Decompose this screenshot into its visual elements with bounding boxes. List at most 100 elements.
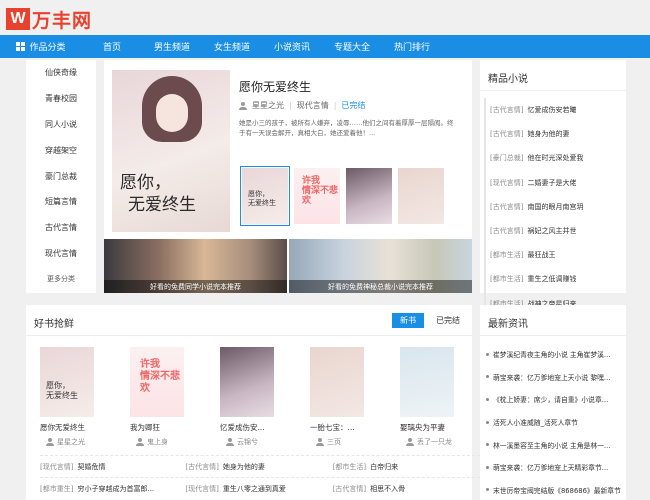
category-item[interactable]: 同人小说 <box>26 112 96 138</box>
user-icon <box>239 101 247 110</box>
book-name[interactable]: 愿你无爱终生 <box>40 422 94 433</box>
book-cover-title: 愿你， 无爱终生 <box>46 381 78 400</box>
category-item[interactable]: 现代言情 <box>26 241 96 267</box>
list-item[interactable]: [都市重生] 穷小子穿越成为首富郎... <box>40 484 185 494</box>
book-name[interactable]: 娶璃央为平妻 <box>400 422 454 433</box>
nav-item-news[interactable]: 小说资讯 <box>262 35 322 58</box>
thumb-title: 愿你， 无爱终生 <box>248 190 276 207</box>
book-name[interactable]: 一胎七宝：... <box>310 422 364 433</box>
banner-caption: 好看的免费神秘总裁小说完本推荐 <box>289 280 472 293</box>
book-author: 云锦兮 <box>220 437 274 447</box>
ranking-item[interactable]: [都市生活] 重生之低调赚钱 <box>484 267 622 292</box>
nav-item-male[interactable]: 男生频道 <box>142 35 202 58</box>
tab-finished[interactable]: 已完结 <box>428 313 468 328</box>
category-item[interactable]: 短篇言情 <box>26 189 96 215</box>
banner-caption: 好看的免费同学小说完本推荐 <box>104 280 287 293</box>
ranking-item[interactable]: [都市生活] 最狂战王 <box>484 243 622 268</box>
book-author: 星星之光 <box>40 437 94 447</box>
news-item[interactable]: 《枕上娇妻：席少，请自重》小说章... <box>486 388 622 411</box>
meta-divider: | <box>289 101 292 110</box>
news-title: 最新资讯 <box>488 319 528 330</box>
list-item[interactable]: [现代言情] 契婚危情 <box>40 462 185 472</box>
book-name[interactable]: 忆爱成伤安... <box>220 422 274 433</box>
featured-thumb[interactable] <box>398 168 444 224</box>
ranking-item[interactable]: [古代言情] 她身为他的妻 <box>484 122 622 147</box>
site-logo[interactable]: W 万丰网 <box>6 6 92 32</box>
cover-illustration <box>142 76 202 146</box>
book-card[interactable]: 娶璃央为平妻 丢了一只龙 <box>400 347 454 447</box>
nav-item-home[interactable]: 首页 <box>82 35 142 58</box>
news-list: 崔梦溪纪青夜主角的小说 主角崔梦溪... 萌宝来袭：亿万爹地宠上天小说 黎嘿..… <box>486 343 622 500</box>
news-item[interactable]: 萌宝来袭：亿万爹地宠上天精彩章节... <box>486 456 622 479</box>
news-panel: 最新资讯 崔梦溪纪青夜主角的小说 主角崔梦溪... 萌宝来袭：亿万爹地宠上天小说… <box>480 305 626 500</box>
book-name[interactable]: 我为卿狂 <box>130 422 184 433</box>
news-item[interactable]: 林一溪墨容至主角的小说 主角是林一... <box>486 433 622 456</box>
news-item[interactable]: 萌宝来袭：亿万爹地宠上天小说 黎嘿... <box>486 366 622 389</box>
nav-category-button[interactable]: 作品分类 <box>0 35 82 58</box>
nav-item-ranking[interactable]: 热门排行 <box>382 35 442 58</box>
ranking-item[interactable]: [古代言情] 祸妃之风主并世 <box>484 218 622 244</box>
list-item[interactable]: [现代言情] 重生八零之通到真爱 <box>185 484 332 494</box>
list-row: [现代言情] 契婚危情 [古代言情] 她身为他的妻 [都市生活] 白帝归来 <box>40 455 480 477</box>
ranking-item[interactable]: [古代言情] 忆爱成伤安若曦 <box>484 98 622 123</box>
grid-icon <box>16 42 26 51</box>
book-cover[interactable] <box>310 347 364 417</box>
featured-title[interactable]: 愿你无爱终生 <box>239 78 311 95</box>
featured-author[interactable]: 星星之光 <box>252 100 284 111</box>
featured-genre[interactable]: 现代言情 <box>297 100 329 111</box>
book-card[interactable]: 一胎七宝：... 三页 <box>310 347 364 447</box>
featured-thumb[interactable]: 许我 情深不悲欢 <box>294 168 340 224</box>
book-cover-title: 许我 情深不悲欢 <box>140 359 180 394</box>
bullet-icon <box>486 352 489 356</box>
logo-mark: W <box>6 8 30 30</box>
category-sidebar: 仙侠奇缘 青春校园 同人小说 穿越架空 豪门总裁 短篇言情 古代言情 现代言情 … <box>26 60 96 293</box>
nav-item-topics[interactable]: 专题大全 <box>322 35 382 58</box>
user-icon <box>406 438 414 446</box>
list-item[interactable]: [都市生活] 白帝归来 <box>333 462 480 472</box>
book-card[interactable]: 许我 情深不悲欢 我为卿狂 鬼上身 <box>130 347 184 447</box>
book-cover[interactable]: 许我 情深不悲欢 <box>130 347 184 417</box>
banner-classmate[interactable]: 好看的免费同学小说完本推荐 <box>104 239 287 293</box>
ranking-panel: 精品小说 [古代言情] 忆爱成伤安若曦 [古代言情] 她身为他的妻 [豪门总裁] 他在… <box>480 60 626 316</box>
list-item[interactable]: [古代言情] 她身为他的妻 <box>185 462 332 472</box>
nav-item-female[interactable]: 女生频道 <box>202 35 262 58</box>
category-item[interactable]: 古代言情 <box>26 215 96 241</box>
logo-text: 万丰网 <box>32 9 93 32</box>
book-cover[interactable] <box>220 347 274 417</box>
news-item[interactable]: 活死人小准威随_活死人章节 <box>486 411 622 434</box>
ranking-item[interactable]: [豪门总裁] 他在时光深处爱我 <box>484 146 622 171</box>
book-cover[interactable]: 愿你， 无爱终生 <box>40 347 94 417</box>
featured-thumb[interactable] <box>346 168 392 224</box>
category-item[interactable]: 穿越架空 <box>26 137 96 163</box>
bullet-icon <box>486 397 489 401</box>
bullet-icon <box>486 488 489 492</box>
cover-title: 愿你， 无爱终生 <box>120 173 196 215</box>
category-item[interactable]: 青春校园 <box>26 86 96 112</box>
book-cover[interactable] <box>400 347 454 417</box>
divider <box>480 335 626 336</box>
banner-ceo[interactable]: 好看的免费神秘总裁小说完本推荐 <box>289 239 472 293</box>
ranking-item[interactable]: [古代言情] 南国的眼月南宫玥 <box>484 194 622 219</box>
book-grid: 愿你， 无爱终生 愿你无爱终生 星星之光 许我 情深不悲欢 我为卿狂 鬼上身 忆爱成… <box>40 347 454 447</box>
book-card[interactable]: 愿你， 无爱终生 愿你无爱终生 星星之光 <box>40 347 94 447</box>
featured-thumb[interactable]: 愿你， 无爱终生 <box>240 166 290 226</box>
book-author: 鬼上身 <box>130 437 184 447</box>
bullet-icon <box>486 465 489 469</box>
good-books-title: 好书抢鲜 <box>34 319 74 330</box>
news-item[interactable]: 崔梦溪纪青夜主角的小说 主角崔梦溪... <box>486 343 622 366</box>
tab-new[interactable]: 新书 <box>392 313 424 328</box>
category-item[interactable]: 仙侠奇缘 <box>26 60 96 86</box>
book-card[interactable]: 忆爱成伤安... 云锦兮 <box>220 347 274 447</box>
news-item[interactable]: 末世厉帝宝阀完结版《868686》最新章节 <box>486 479 622 500</box>
divider <box>480 90 626 91</box>
featured-thumbnails: 愿你， 无爱终生 许我 情深不悲欢 <box>240 166 444 226</box>
category-more[interactable]: 更多分类 <box>26 266 96 292</box>
featured-cover[interactable]: 愿你， 无爱终生 <box>112 70 230 232</box>
ranking-item[interactable]: [现代言情] 二婚妻子是大佬 <box>484 170 622 195</box>
featured-meta: 星星之光 | 现代言情 | 已完结 <box>239 100 365 111</box>
good-books-tabs: 新书 已完结 <box>392 313 468 328</box>
book-author: 丢了一只龙 <box>400 437 454 447</box>
category-item[interactable]: 豪门总裁 <box>26 163 96 189</box>
list-item[interactable]: [古代言情] 相思不入骨 <box>333 484 480 494</box>
ranking-list: [古代言情] 忆爱成伤安若曦 [古代言情] 她身为他的妻 [豪门总裁] 他在时光深处爱… <box>484 98 622 316</box>
